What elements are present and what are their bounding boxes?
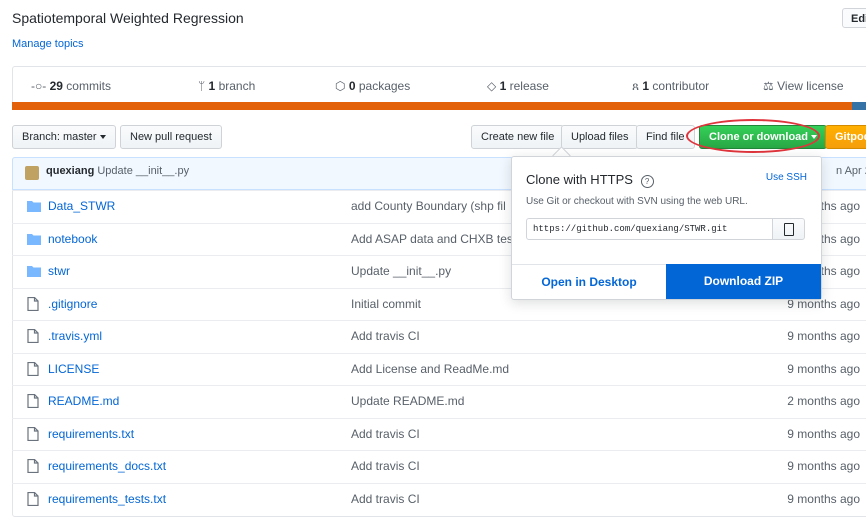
commits-label: commits [66,79,111,93]
create-new-file-button[interactable]: Create new file [471,125,565,149]
tag-icon: ◇ [487,79,497,93]
release-count: 1 [499,79,507,93]
commit-message-link[interactable]: Add travis CI [351,459,420,473]
commit-message[interactable]: Update __init__.py [97,165,189,177]
file-name-link[interactable]: requirements.txt [48,427,134,441]
releases-link[interactable]: ◇ 1 release [487,67,549,105]
branch-select-label: Branch: master [22,131,97,143]
file-icon [27,328,41,344]
highlight-ring [686,119,820,153]
package-icon: ⬡ [335,79,346,93]
file-name-link[interactable]: Data_STWR [48,199,115,213]
release-label: release [509,79,549,93]
commit-message-link[interactable]: Add travis CI [351,329,420,343]
commit-message-link[interactable]: Add License and ReadMe.md [351,362,509,376]
clone-popup: Clone with HTTPS ? Use SSH Use Git or ch… [511,156,822,300]
license-link[interactable]: ⚖ View license [763,67,844,105]
branch-icon: ᛘ [198,79,206,93]
commits-link[interactable]: -○- 29 commits [31,67,111,105]
new-pull-request-button[interactable]: New pull request [120,125,222,149]
table-row [12,320,866,352]
numbers-summary: -○- 29 commits ᛘ 1 branch ⬡ 0 packages ◇… [12,66,866,106]
gitpod-button[interactable]: Gitpod [825,125,866,149]
folder-icon [27,232,41,246]
repo-title: Spatiotemporal Weighted Regression [12,10,244,26]
caret-down-icon [99,135,106,140]
commit-message-link[interactable]: Initial commit [351,297,421,311]
commit-message-link[interactable]: Update __init__.py [351,264,451,278]
file-name-link[interactable]: LICENSE [48,362,99,376]
people-icon: ጸ [632,79,640,93]
commit-message-link[interactable]: Add travis CI [351,427,420,441]
branch-count: 1 [208,79,216,93]
commits-count: 29 [49,79,63,93]
file-name-link[interactable]: README.md [48,394,119,408]
contributor-label: contributor [652,79,710,93]
file-name-link[interactable]: .gitignore [48,297,97,311]
license-label: View license [777,79,844,93]
file-name-link[interactable]: requirements_docs.txt [48,459,166,473]
commit-message-link[interactable]: Add ASAP data and CHXB tes [351,232,513,246]
file-age: 9 months ago [787,427,860,441]
branches-link[interactable]: ᛘ 1 branch [198,67,255,105]
file-age: 9 months ago [787,459,860,473]
avatar[interactable] [25,166,39,180]
table-row [12,418,866,450]
file-icon [27,458,41,474]
download-zip-button[interactable]: Download ZIP [666,264,821,299]
language-bar [12,102,866,110]
packages-label: packages [358,79,411,93]
file-icon [27,393,41,409]
commit-message-link[interactable]: add County Boundary (shp fil [351,199,506,213]
clipboard-icon [784,223,794,236]
file-name-link[interactable]: stwr [48,264,70,278]
branch-label: branch [218,79,256,93]
folder-icon [27,264,41,278]
clone-url-input[interactable]: https://github.com/quexiang/STWR.git [526,218,773,240]
file-age: 9 months ago [787,362,860,376]
folder-icon [27,199,41,213]
commit-date: n Apr 22 [836,165,866,177]
file-icon [27,361,41,377]
contributor-count: 1 [642,79,650,93]
clone-popup-title: Clone with HTTPS ? [526,172,654,188]
upload-files-button[interactable]: Upload files [561,125,639,149]
manage-topics-link[interactable]: Manage topics [12,38,84,50]
file-age: 2 months ago [787,394,860,408]
file-icon [27,296,41,312]
clone-description: Use Git or checkout with SVN using the w… [526,196,748,207]
use-ssh-link[interactable]: Use SSH [766,172,807,183]
contributors-link[interactable]: ጸ 1 contributor [632,67,709,105]
latest-commit-text: quexiang Update __init__.py [46,165,189,177]
commit-message-link[interactable]: Update README.md [351,394,464,408]
packages-link[interactable]: ⬡ 0 packages [335,67,410,105]
file-name-link[interactable]: .travis.yml [48,329,102,343]
language-bar-secondary [852,102,866,110]
commit-icon: -○- [31,79,47,93]
file-name-link[interactable]: notebook [48,232,97,246]
branch-select-button[interactable]: Branch: master [12,125,116,149]
clone-title-text: Clone with HTTPS [526,172,633,187]
question-icon[interactable]: ? [640,175,654,188]
law-icon: ⚖ [763,79,774,93]
packages-count: 0 [348,79,356,93]
open-in-desktop-button[interactable]: Open in Desktop [512,264,666,299]
copy-url-button[interactable] [772,218,805,240]
file-age: 9 months ago [787,329,860,343]
file-icon [27,426,41,442]
edit-button[interactable]: Edi [842,8,866,28]
commit-author[interactable]: quexiang [46,165,94,177]
